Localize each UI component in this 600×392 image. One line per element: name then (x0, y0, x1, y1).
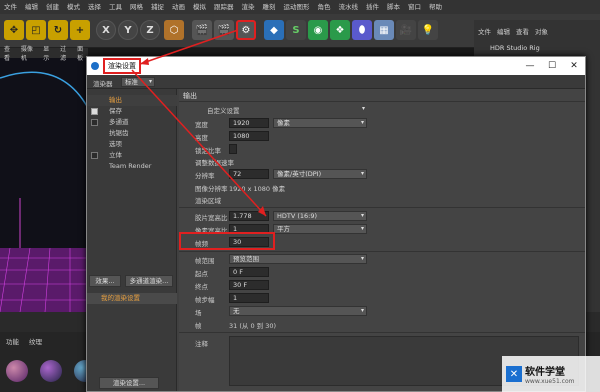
watermark-logo: ✕ 软件学堂 www.xue51.com (502, 356, 600, 392)
brand-name: 软件学堂 (525, 367, 565, 378)
brand-url: www.xue51.com (525, 378, 575, 385)
annotation-arrow (131, 29, 267, 217)
brand-icon: ✕ (506, 366, 522, 382)
